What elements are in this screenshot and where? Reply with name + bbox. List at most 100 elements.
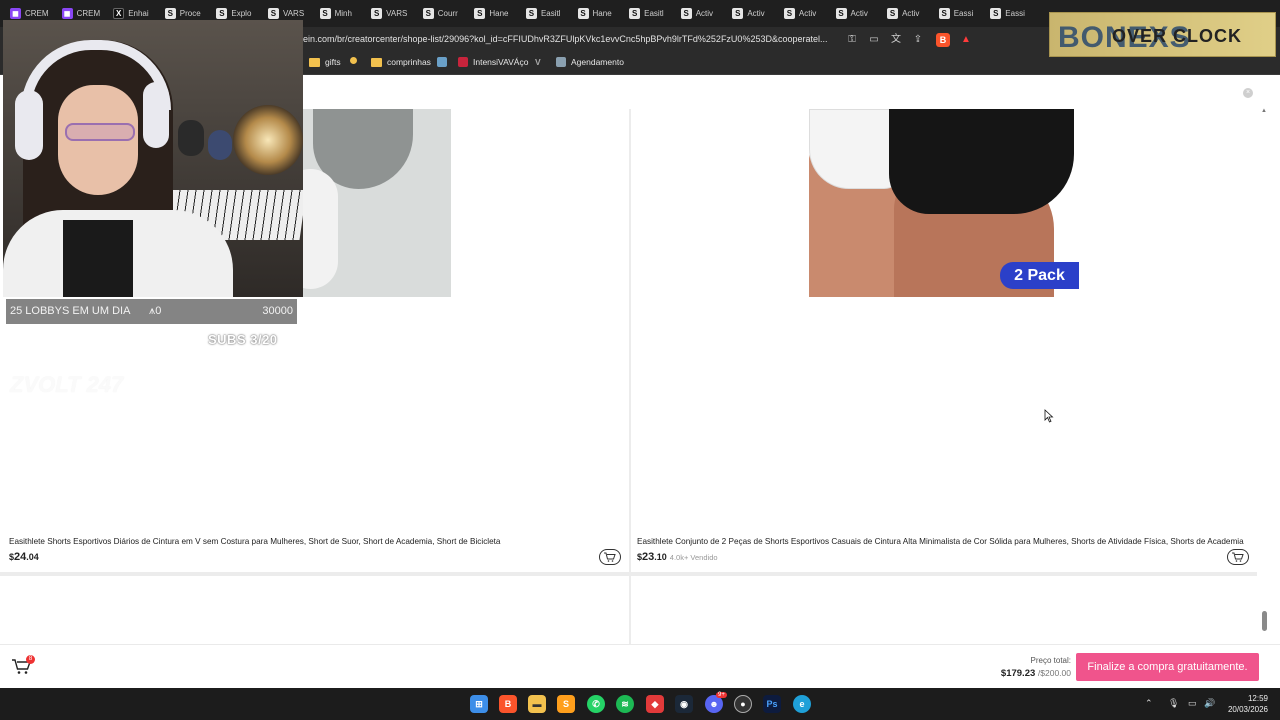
cart-icon bbox=[604, 552, 616, 562]
product-price: $23.10 4.0k+ Vendido bbox=[637, 551, 718, 563]
s-icon: S bbox=[577, 8, 589, 19]
taskbar: ⊞ B ▬ S ✆ ≋ ◆ ◉ ☻ 9+ ● Ps e ⌃ 🎙 ▭ 🔊 12:5… bbox=[0, 688, 1280, 720]
brave-shields-icon[interactable]: B bbox=[936, 33, 950, 47]
browser-tab[interactable]: S Activ bbox=[675, 0, 727, 27]
sublime-icon[interactable]: S bbox=[557, 695, 575, 713]
mouse-pointer-icon bbox=[1044, 409, 1054, 423]
browser-tab[interactable]: S Minh bbox=[314, 0, 366, 27]
steam-icon[interactable]: ◉ bbox=[675, 695, 693, 713]
s-icon: S bbox=[732, 8, 744, 19]
tab-label: Eassi bbox=[953, 9, 974, 18]
twitch-icon: ◼ bbox=[10, 8, 21, 19]
browser-tab[interactable]: S Eassi bbox=[933, 0, 985, 27]
add-to-cart-button[interactable] bbox=[1227, 549, 1249, 565]
bookmark-dot[interactable] bbox=[350, 57, 357, 64]
s-icon: S bbox=[371, 8, 383, 19]
address-bar[interactable]: ein.com/br/creatorcenter/shope-list/2909… bbox=[303, 34, 828, 44]
black-shorts-shape bbox=[889, 109, 1074, 214]
edge-icon[interactable]: e bbox=[793, 695, 811, 713]
cast-icon[interactable]: ▭ bbox=[867, 33, 881, 47]
browser-tab[interactable]: S Activ bbox=[726, 0, 778, 27]
scrollbar[interactable]: ▲ bbox=[1260, 108, 1268, 688]
v-icon: V bbox=[535, 57, 541, 67]
browser-tab[interactable]: S Hane bbox=[468, 0, 520, 27]
browser-tab[interactable]: S Courr bbox=[417, 0, 469, 27]
cart-count-badge: 8 bbox=[26, 655, 35, 664]
tab-label: Activ bbox=[798, 9, 817, 18]
bookmark-intensivavaco[interactable]: IntensiVAVÁço bbox=[458, 57, 528, 67]
product-title[interactable]: Easithlete Shorts Esportivos Diários de … bbox=[9, 537, 501, 546]
cart-icon bbox=[1232, 552, 1244, 562]
tab-label: Enhai bbox=[128, 9, 149, 18]
s-icon: S bbox=[216, 8, 228, 19]
browser-tab[interactable]: S Eassi bbox=[984, 0, 1036, 27]
jacket-detail bbox=[63, 220, 133, 297]
product-title[interactable]: Easithlete Conjunto de 2 Peças de Shorts… bbox=[637, 537, 1244, 546]
windows-start-icon[interactable]: ⊞ bbox=[470, 695, 488, 713]
browser-tab[interactable]: S Activ bbox=[881, 0, 933, 27]
product-image[interactable] bbox=[303, 109, 451, 297]
lamp bbox=[233, 105, 303, 175]
shorts-shape bbox=[303, 169, 338, 289]
obs-icon[interactable]: ● bbox=[734, 695, 752, 713]
tab-label: Hane bbox=[592, 9, 612, 18]
share-icon[interactable]: ⇪ bbox=[911, 33, 925, 47]
sold-count: 4.0k+ Vendido bbox=[669, 553, 718, 562]
notification-badge: 9+ bbox=[716, 692, 727, 698]
image-icon bbox=[437, 57, 447, 67]
s-icon: S bbox=[887, 8, 899, 19]
browser-tab[interactable]: S Easitl bbox=[520, 0, 572, 27]
stream-goal-bar: 25 LOBBYS EM UM DIA ⩚0 30000 bbox=[6, 299, 297, 324]
translate-icon[interactable]: 文 bbox=[889, 33, 903, 47]
display-icon[interactable]: ▭ bbox=[1188, 698, 1197, 709]
key-icon[interactable]: ⚿ bbox=[845, 33, 859, 47]
tab-label: Easitl bbox=[540, 9, 561, 18]
column-divider bbox=[629, 109, 631, 649]
browser-tab[interactable]: S Activ bbox=[778, 0, 830, 27]
bookmark-v[interactable]: V bbox=[535, 57, 541, 67]
tab-label: Proce bbox=[179, 9, 201, 18]
x-icon: X bbox=[113, 8, 125, 19]
row-divider bbox=[0, 572, 1257, 576]
add-to-cart-button[interactable] bbox=[599, 549, 621, 565]
browser-tab[interactable]: S Hane bbox=[572, 0, 624, 27]
product-price: $24.04 bbox=[9, 551, 39, 563]
bookmark-image[interactable] bbox=[437, 57, 447, 67]
tab-label: Minh bbox=[334, 9, 352, 18]
microphone-icon[interactable]: 🎙 bbox=[1168, 698, 1179, 709]
browser-tab[interactable]: S Activ bbox=[830, 0, 882, 27]
tab-label: Activ bbox=[695, 9, 714, 18]
browser-tab[interactable]: S VARS bbox=[365, 0, 417, 27]
product-card[interactable] bbox=[0, 578, 628, 648]
app-icon[interactable]: ◆ bbox=[646, 695, 664, 713]
tab-label: Activ bbox=[902, 9, 920, 18]
brave-rewards-icon[interactable]: ▲ bbox=[959, 33, 973, 47]
close-icon[interactable]: × bbox=[1243, 88, 1253, 98]
browser-tab[interactable]: S Easitl bbox=[623, 0, 675, 27]
finalize-purchase-button[interactable]: Finalize a compra gratuitamente. bbox=[1076, 653, 1259, 681]
scroll-thumb[interactable] bbox=[1262, 611, 1267, 631]
headphone-cup bbox=[143, 82, 169, 148]
tab-label: Eassi bbox=[1005, 9, 1025, 18]
folder-icon bbox=[371, 57, 382, 67]
bookmark-gifts[interactable]: gifts bbox=[309, 57, 341, 67]
s-icon: S bbox=[680, 8, 692, 19]
tray-chevron-icon[interactable]: ⌃ bbox=[1145, 698, 1153, 709]
file-explorer-icon[interactable]: ▬ bbox=[528, 695, 546, 713]
product-card[interactable] bbox=[632, 578, 1257, 648]
bookmark-comprinhas[interactable]: comprinhas bbox=[371, 57, 431, 67]
calendar-icon bbox=[556, 57, 566, 67]
photoshop-icon[interactable]: Ps bbox=[763, 695, 781, 713]
whatsapp-icon[interactable]: ✆ bbox=[587, 695, 605, 713]
volume-icon[interactable]: 🔊 bbox=[1204, 698, 1215, 709]
s-icon: S bbox=[990, 8, 1002, 19]
scroll-up-icon[interactable]: ▲ bbox=[1261, 108, 1267, 114]
brave-icon[interactable]: B bbox=[499, 695, 517, 713]
bookmark-agendamento[interactable]: Agendamento bbox=[556, 57, 624, 67]
screen: ◼ CREM ◼ CREM X Enhai S Proce S Explo S VARS S Minh S V… bbox=[0, 0, 1280, 720]
total-price-label: Preço total: bbox=[1030, 656, 1071, 665]
plush-toy bbox=[178, 120, 204, 156]
spotify-icon[interactable]: ≋ bbox=[616, 695, 634, 713]
clock[interactable]: 12:59 20/03/2026 bbox=[1228, 693, 1268, 715]
tab-label: VARS bbox=[386, 9, 408, 18]
